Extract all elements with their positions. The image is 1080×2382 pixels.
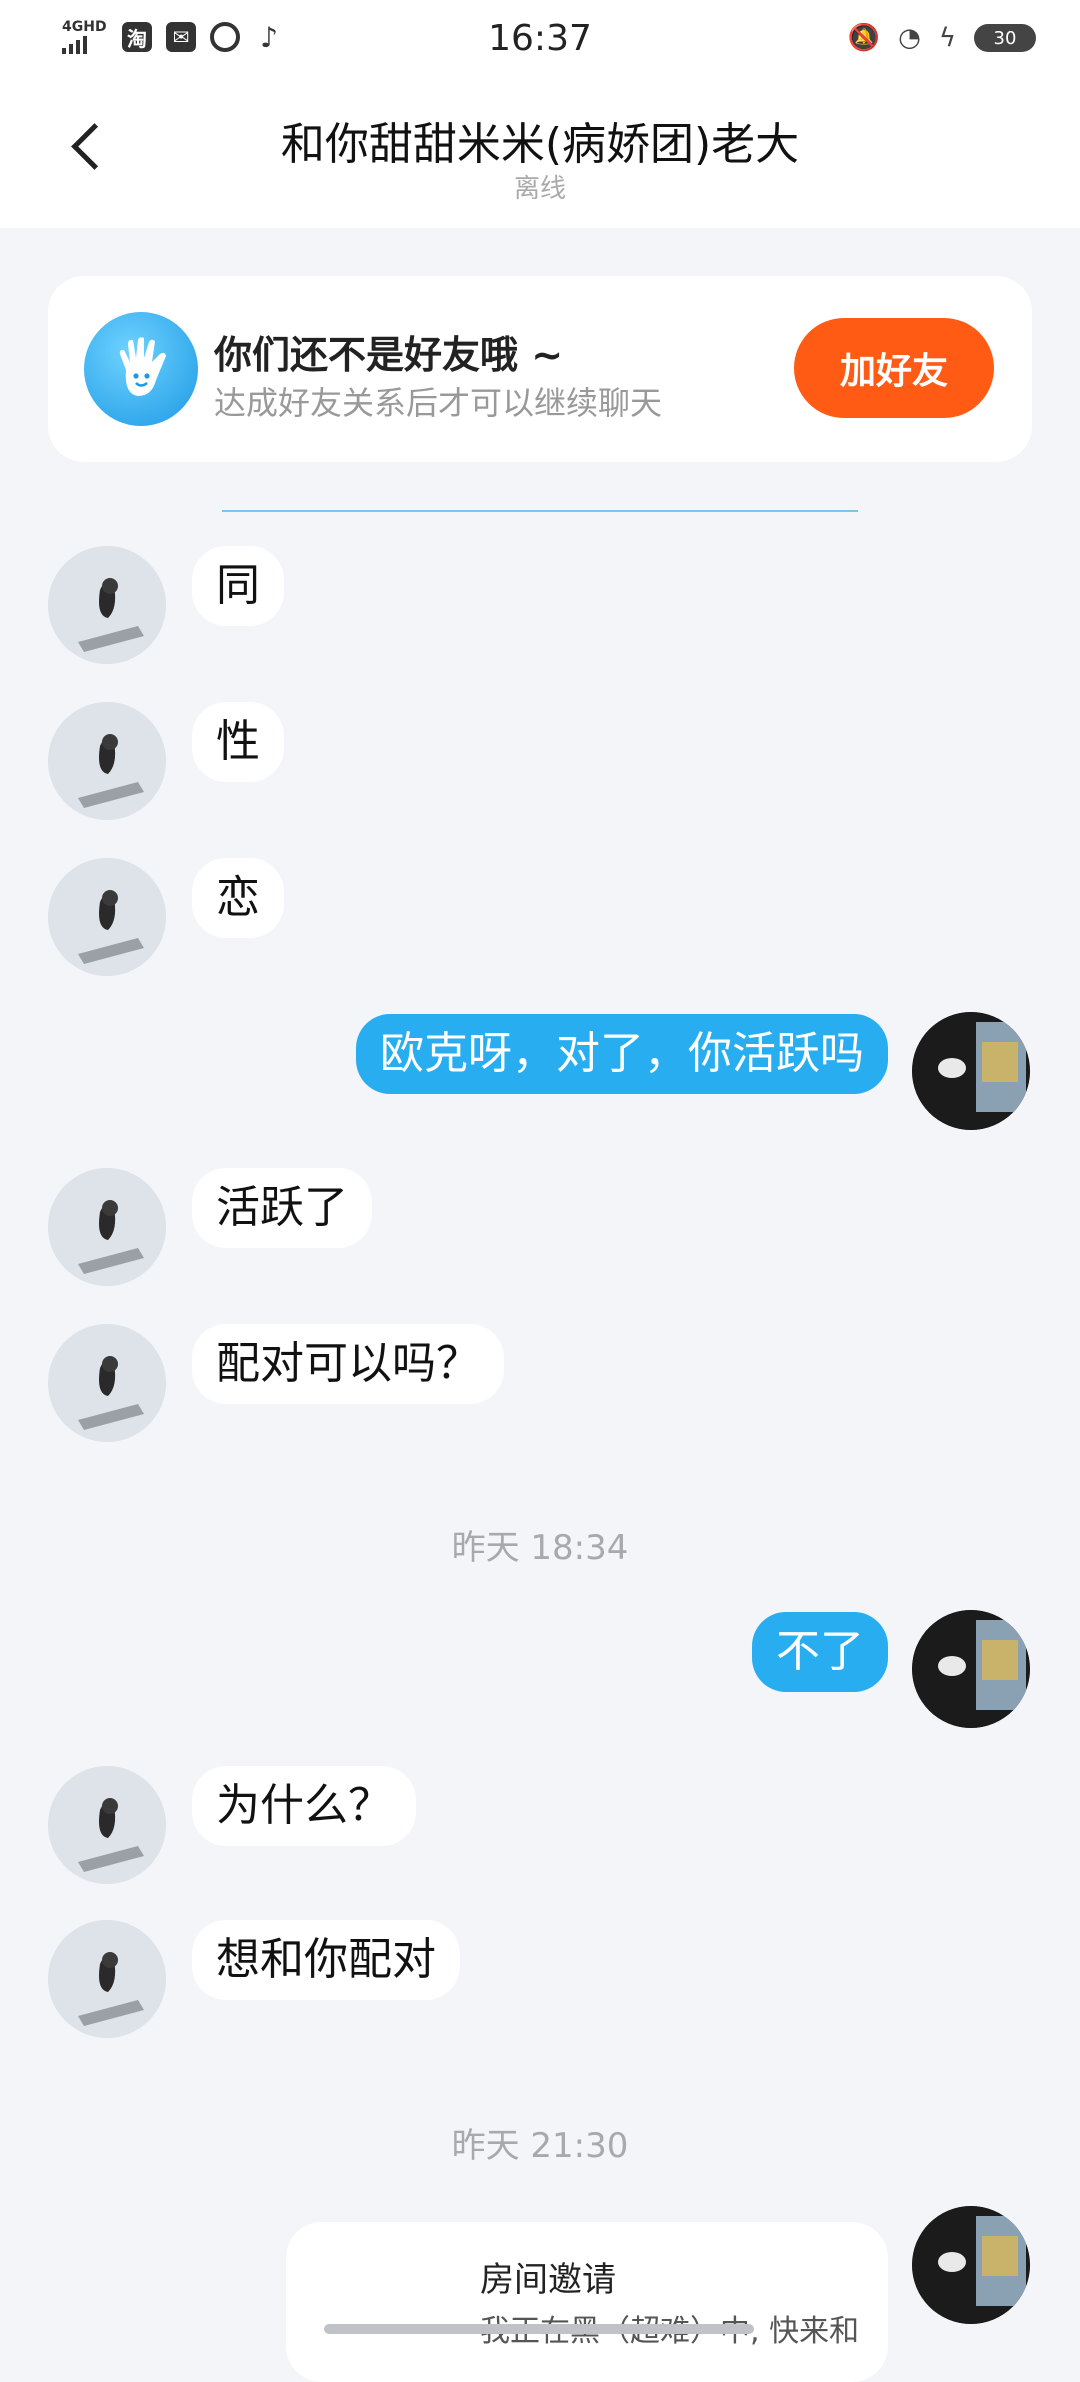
chat-title: 和你甜甜米米(病娇团)老大 bbox=[280, 119, 800, 170]
peer-avatar[interactable] bbox=[48, 1920, 166, 2038]
status-right: 🔕 ◔ ϟ 30 bbox=[848, 22, 1036, 54]
mute-bell-icon: 🔕 bbox=[847, 23, 881, 53]
battery-icon: 30 bbox=[974, 24, 1036, 52]
room-invite-card[interactable]: 房间邀请 我正在黑（超难）中, 快来和 bbox=[286, 2222, 888, 2382]
friend-request-banner: 你们还不是好友哦 ~ 达成好友关系后才可以继续聊天 加好友 bbox=[48, 276, 1032, 462]
charging-icon: ϟ bbox=[938, 23, 956, 53]
message-bubble[interactable]: 为什么？ bbox=[192, 1766, 416, 1846]
divider bbox=[222, 510, 858, 512]
chat-header: 和你甜甜米米(病娇团)老大 离线 bbox=[0, 80, 1080, 228]
my-avatar[interactable] bbox=[912, 1012, 1030, 1130]
invite-title: 房间邀请 bbox=[480, 2260, 616, 2300]
status-bar: 4GHD 淘 ✉ ♪ 16:37 🔕 ◔ ϟ 30 bbox=[0, 0, 1080, 80]
hand-icon-graphic bbox=[119, 337, 166, 396]
message-bubble[interactable]: 想和你配对 bbox=[192, 1920, 460, 2000]
banner-description: 达成好友关系后才可以继续聊天 bbox=[214, 384, 663, 422]
home-indicator[interactable] bbox=[324, 2324, 754, 2334]
message-bubble-self[interactable]: 不了 bbox=[752, 1612, 888, 1692]
message-bubble[interactable]: 配对可以吗？ bbox=[192, 1324, 504, 1404]
peer-avatar[interactable] bbox=[48, 1168, 166, 1286]
message-bubble[interactable]: 活跃了 bbox=[192, 1168, 372, 1248]
peer-avatar[interactable] bbox=[48, 702, 166, 820]
timestamp: 昨天 21:30 bbox=[451, 2126, 629, 2166]
message-bubble[interactable]: 恋 bbox=[192, 858, 284, 938]
my-avatar[interactable] bbox=[912, 1610, 1030, 1728]
waving-hand-icon bbox=[84, 312, 198, 426]
peer-avatar[interactable] bbox=[48, 546, 166, 664]
wifi-icon: ◔ bbox=[898, 23, 921, 53]
peer-avatar[interactable] bbox=[48, 1324, 166, 1442]
banner-title: 你们还不是好友哦 ~ bbox=[214, 333, 564, 377]
message-bubble[interactable]: 性 bbox=[192, 702, 284, 782]
add-friend-button[interactable]: 加好友 bbox=[794, 318, 994, 418]
my-avatar[interactable] bbox=[912, 2206, 1030, 2324]
timestamp: 昨天 18:34 bbox=[451, 1528, 629, 1568]
peer-avatar[interactable] bbox=[48, 858, 166, 976]
peer-avatar[interactable] bbox=[48, 1766, 166, 1884]
online-status: 离线 bbox=[513, 174, 566, 204]
message-bubble[interactable]: 同 bbox=[192, 546, 284, 626]
message-bubble-self[interactable]: 欧克呀，对了，你活跃吗 bbox=[356, 1014, 888, 1094]
